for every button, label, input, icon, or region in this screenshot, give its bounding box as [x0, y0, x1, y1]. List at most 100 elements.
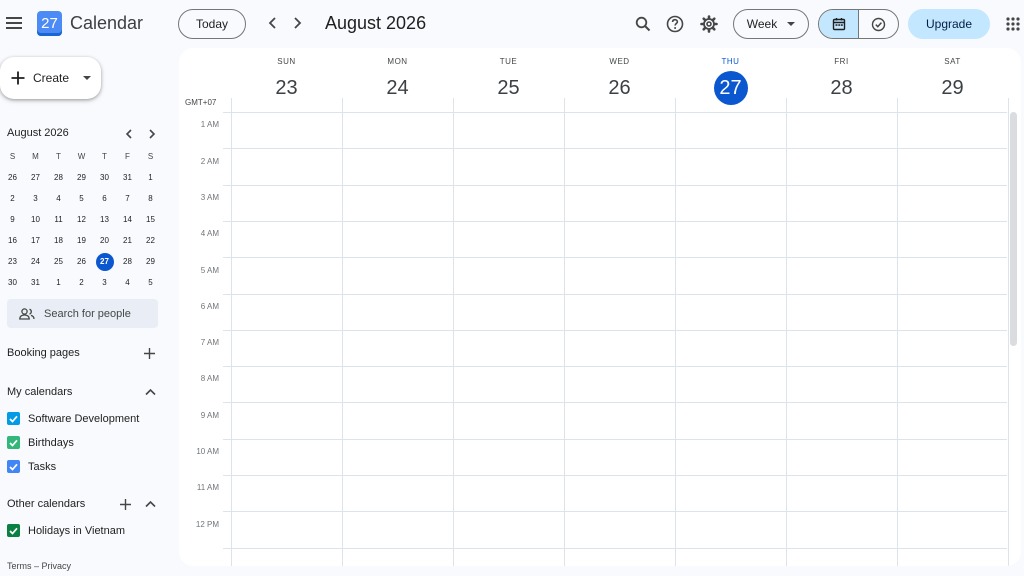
mini-calendar-day[interactable]: 28: [116, 251, 139, 272]
search-button[interactable]: [631, 12, 655, 36]
add-booking-page-button[interactable]: [139, 343, 159, 363]
mini-calendar-today[interactable]: 27: [93, 251, 116, 272]
mini-calendar-day[interactable]: 11: [47, 209, 70, 230]
mini-calendar-day[interactable]: 1: [47, 272, 70, 293]
timezone-label: GMT+07: [185, 98, 217, 107]
mini-calendar-day[interactable]: 27: [24, 167, 47, 188]
mini-calendar-day[interactable]: 28: [47, 167, 70, 188]
search-people-input[interactable]: Search for people: [7, 299, 158, 328]
mini-calendar-day[interactable]: 13: [93, 209, 116, 230]
day-date-number[interactable]: 29: [936, 71, 970, 105]
mini-calendar-day[interactable]: 20: [93, 230, 116, 251]
calendar-view-toggle[interactable]: [819, 10, 858, 38]
collapse-other-calendars-button[interactable]: [140, 494, 160, 514]
mini-calendar-day[interactable]: 29: [139, 251, 162, 272]
mini-calendar-day[interactable]: 22: [139, 230, 162, 251]
mini-calendar-day[interactable]: 12: [70, 209, 93, 230]
vertical-scrollbar[interactable]: [1010, 112, 1017, 346]
mini-calendar-day-number: 26: [8, 173, 17, 182]
mini-calendar-next-button[interactable]: [142, 124, 162, 144]
mini-calendar-day[interactable]: 4: [47, 188, 70, 209]
my-calendar-name: Birthdays: [28, 436, 74, 449]
my-calendars-heading[interactable]: My calendars: [7, 386, 72, 398]
mini-calendar-day[interactable]: 31: [24, 272, 47, 293]
tasks-view-toggle[interactable]: [858, 10, 898, 38]
mini-calendar-day-number: 14: [123, 215, 132, 224]
day-date-number[interactable]: 28: [825, 71, 859, 105]
mini-calendar-day[interactable]: 5: [139, 272, 162, 293]
day-headers: SUN 23 MON 24 TUE 25 WED 26 THU 27 FRI 28 SAT 29: [231, 48, 1008, 110]
checkbox-checked-icon[interactable]: [7, 436, 20, 449]
mini-calendar-day[interactable]: 21: [116, 230, 139, 251]
mini-calendar-day[interactable]: 7: [116, 188, 139, 209]
mini-calendar-day[interactable]: 25: [47, 251, 70, 272]
upgrade-button[interactable]: Upgrade: [908, 9, 990, 39]
settings-button[interactable]: [697, 12, 721, 36]
mini-calendar-day[interactable]: 18: [47, 230, 70, 251]
add-other-calendar-button[interactable]: [115, 494, 135, 514]
mini-calendar-day[interactable]: 5: [70, 188, 93, 209]
terms-link[interactable]: Terms: [7, 561, 32, 571]
mini-calendar-day[interactable]: 30: [1, 272, 24, 293]
mini-calendar-day[interactable]: 14: [116, 209, 139, 230]
mini-calendar-day[interactable]: 4: [116, 272, 139, 293]
time-grid[interactable]: 1 AM 2 AM 3 AM 4 AM 5 AM 6 AM 7 AM 8 AM 9 AM 10 A…: [179, 98, 1021, 566]
my-calendar-item[interactable]: Software Development: [7, 412, 139, 425]
booking-pages-heading[interactable]: Booking pages: [7, 347, 80, 359]
calendar-logo-icon[interactable]: 27: [37, 11, 62, 36]
mini-calendar-day[interactable]: 9: [1, 209, 24, 230]
day-date-number[interactable]: 23: [270, 71, 304, 105]
mini-calendar-day-number: 29: [146, 257, 155, 266]
mini-calendar-day[interactable]: 16: [1, 230, 24, 251]
help-button[interactable]: [663, 12, 687, 36]
mini-weekday-label: W: [77, 152, 86, 161]
day-date-number[interactable]: 24: [381, 71, 415, 105]
checkbox-checked-icon[interactable]: [7, 412, 20, 425]
apps-launcher-button[interactable]: [1001, 12, 1024, 36]
mini-calendar-day-number: 23: [8, 257, 17, 266]
mini-calendar-day[interactable]: 24: [24, 251, 47, 272]
mini-calendar-day-number: 15: [146, 215, 155, 224]
mini-calendar-prev-button[interactable]: [119, 124, 139, 144]
mini-calendar-day[interactable]: 19: [70, 230, 93, 251]
mini-calendar-day[interactable]: 30: [93, 167, 116, 188]
today-date-number[interactable]: 27: [713, 71, 748, 105]
mini-calendar-day-number: 29: [77, 173, 86, 182]
day-date-number[interactable]: 26: [603, 71, 637, 105]
mini-calendar-day[interactable]: 2: [70, 272, 93, 293]
mini-calendar-day[interactable]: 2: [1, 188, 24, 209]
mini-calendar-day[interactable]: 3: [24, 188, 47, 209]
mini-calendar-day[interactable]: 8: [139, 188, 162, 209]
task-check-icon: [871, 17, 886, 31]
mini-calendar-day[interactable]: 10: [24, 209, 47, 230]
mini-calendar-day[interactable]: 17: [24, 230, 47, 251]
create-button[interactable]: Create: [0, 57, 101, 99]
previous-week-button[interactable]: [262, 12, 284, 34]
other-calendars-heading[interactable]: Other calendars: [7, 498, 85, 510]
mini-calendar-day-number: 1: [56, 278, 61, 287]
main-menu-button[interactable]: [1, 10, 27, 36]
mini-calendar-day[interactable]: 6: [93, 188, 116, 209]
mini-calendar-day[interactable]: 31: [116, 167, 139, 188]
day-name: WED: [609, 57, 630, 66]
mini-calendar-day[interactable]: 26: [1, 167, 24, 188]
mini-calendar-day[interactable]: 15: [139, 209, 162, 230]
mini-calendar-day[interactable]: 26: [70, 251, 93, 272]
my-calendar-item[interactable]: Birthdays: [7, 436, 74, 449]
my-calendar-item[interactable]: Tasks: [7, 460, 56, 473]
mini-calendar-day[interactable]: 29: [70, 167, 93, 188]
privacy-link[interactable]: Privacy: [42, 561, 72, 571]
day-date-number[interactable]: 25: [492, 71, 526, 105]
checkbox-checked-icon[interactable]: [7, 460, 20, 473]
app-title[interactable]: Calendar: [70, 13, 143, 34]
help-icon: [666, 15, 684, 33]
today-button[interactable]: Today: [178, 9, 246, 39]
mini-calendar-day[interactable]: 1: [139, 167, 162, 188]
view-selector[interactable]: Week: [733, 9, 809, 39]
collapse-my-calendars-button[interactable]: [140, 382, 160, 402]
next-week-button[interactable]: [286, 12, 308, 34]
mini-calendar-day[interactable]: 23: [1, 251, 24, 272]
other-calendar-item[interactable]: Holidays in Vietnam: [7, 524, 125, 537]
mini-calendar-day[interactable]: 3: [93, 272, 116, 293]
checkbox-checked-icon[interactable]: [7, 524, 20, 537]
